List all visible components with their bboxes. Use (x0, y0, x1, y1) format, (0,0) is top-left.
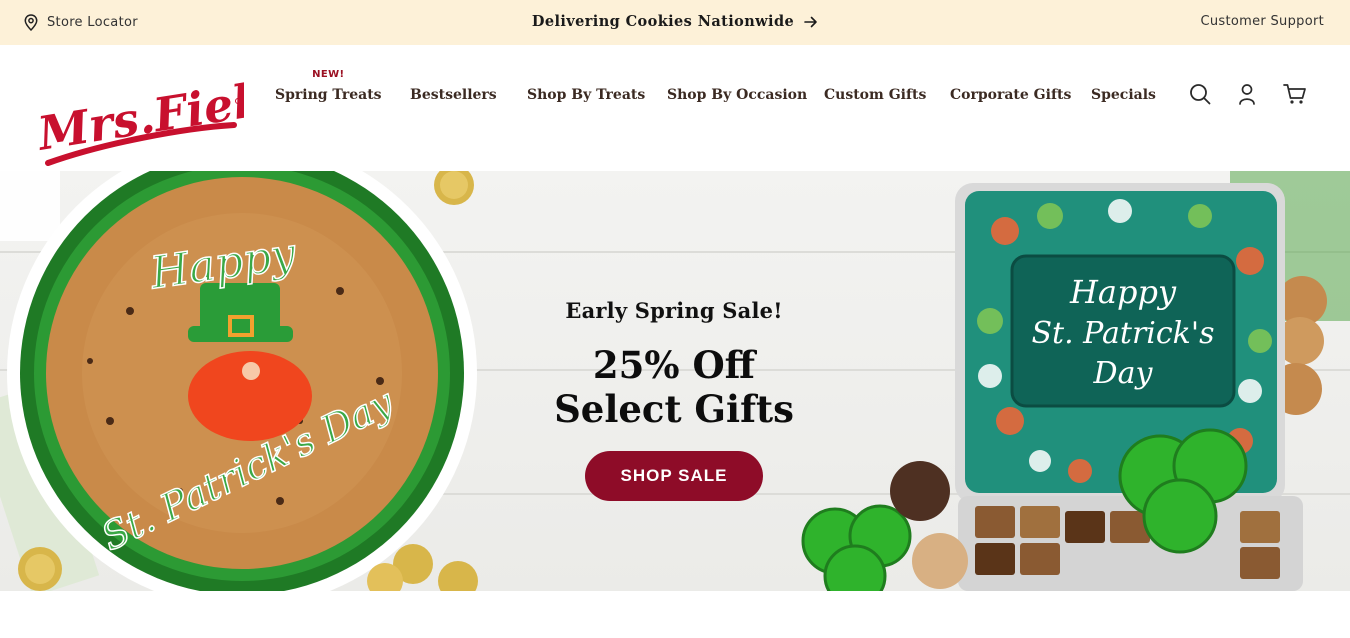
tin-text-st-patricks: St. Patrick's (1031, 316, 1214, 351)
nav-item-spring-treats[interactable]: NEW! Spring Treats (275, 69, 382, 103)
account-icon (1239, 84, 1255, 105)
brand-logo[interactable]: Mrs.Fields (32, 65, 311, 173)
nav-item-bestsellers[interactable]: Bestsellers (410, 87, 497, 103)
nav-item-label: Specials (1091, 87, 1156, 103)
nav-item-label: Shop By Occasion (667, 87, 808, 103)
nav-item-specials[interactable]: Specials (1091, 87, 1156, 103)
nav-item-label: Corporate Gifts (950, 87, 1072, 103)
hero-banner[interactable]: Happy St. Patrick's Day Happy St. Patric… (0, 171, 1350, 591)
nav-item-shop-by-treats[interactable]: Shop By Treats (527, 87, 645, 103)
customer-support-link[interactable]: Customer Support (1201, 14, 1324, 29)
nav-item-custom-gifts[interactable]: Custom Gifts (824, 87, 926, 103)
site-header: Mrs.Fields NEW! Spring Treats Bestseller… (0, 45, 1350, 171)
nav-item-label: Shop By Treats (527, 87, 646, 103)
tin-text-happy: Happy (1069, 273, 1177, 311)
hero-headline: 25% Off Select Gifts (474, 343, 874, 431)
logo-wordmark: Mrs.Fields (34, 73, 244, 161)
promo-label: Delivering Cookies Nationwide (531, 13, 795, 30)
hero-headline-line-2: Select Gifts (554, 387, 794, 431)
shop-sale-button[interactable]: SHOP SALE (585, 451, 763, 501)
mrs-fields-logo: Mrs.Fields (32, 65, 311, 166)
search-icon (1190, 84, 1211, 105)
search-button[interactable] (1187, 81, 1213, 107)
announcement-bar: Store Locator Delivering Cookies Nationw… (0, 0, 1350, 45)
hero-eyebrow: Early Spring Sale! (565, 298, 783, 323)
tin-text-day: Day (1093, 356, 1154, 391)
arrow-right-icon (804, 16, 817, 27)
nav-item-corporate-gifts[interactable]: Corporate Gifts (950, 87, 1071, 103)
page-content-area (0, 591, 1350, 638)
nav-item-label: Custom Gifts (824, 87, 927, 103)
nav-item-label: Spring Treats (275, 87, 382, 103)
hero-headline-line-1: 25% Off (592, 343, 756, 387)
cookie-cake-image: Happy St. Patrick's Day (0, 171, 478, 591)
nav-item-shop-by-occasion[interactable]: Shop By Occasion (667, 87, 807, 103)
nav-item-label: Bestsellers (410, 87, 497, 103)
promo-message: Delivering Cookies Nationwide (0, 13, 1350, 30)
cart-icon (1283, 84, 1306, 104)
promo-link[interactable]: Delivering Cookies Nationwide (532, 13, 818, 30)
hero-copy: Early Spring Sale! 25% Off Select Gifts … (474, 298, 874, 501)
new-badge: NEW! (312, 69, 345, 80)
cart-button[interactable] (1282, 81, 1308, 107)
account-button[interactable] (1234, 81, 1260, 107)
